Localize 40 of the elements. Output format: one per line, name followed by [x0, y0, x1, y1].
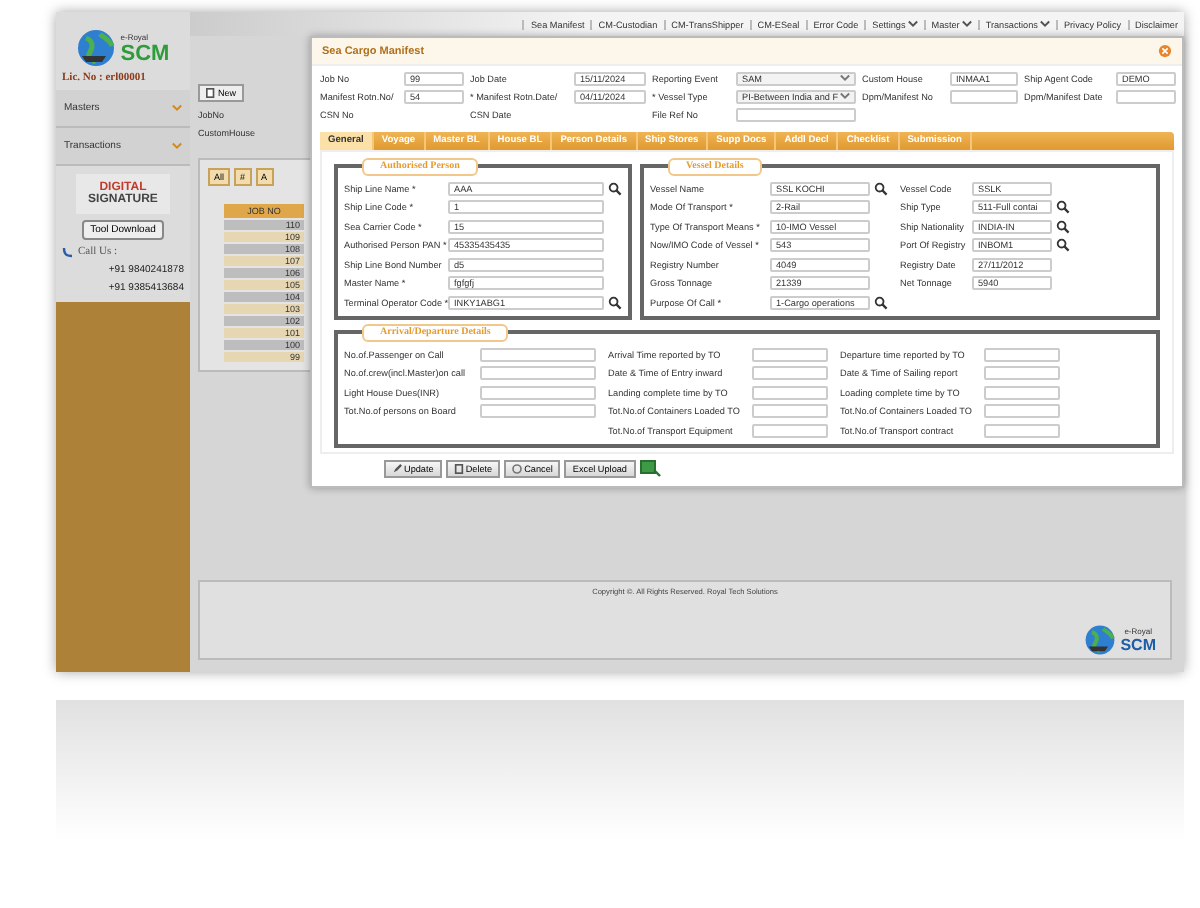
input-field[interactable] [1116, 89, 1176, 103]
brand-text: SCM [1120, 636, 1156, 654]
input-field[interactable] [752, 385, 828, 399]
input-field[interactable] [736, 107, 856, 121]
search-icon[interactable] [1056, 238, 1070, 252]
input-field[interactable] [480, 404, 596, 418]
search-icon[interactable] [874, 181, 888, 195]
close-icon[interactable] [1158, 44, 1172, 58]
input-field[interactable] [984, 385, 1060, 399]
chevron-down-icon [907, 20, 918, 28]
search-icon[interactable] [1056, 219, 1070, 233]
phone-icon [62, 246, 74, 258]
input-field[interactable] [984, 347, 1060, 361]
chevron-down-icon [172, 142, 182, 150]
globe-ship-logo-icon [76, 28, 117, 68]
pencil-icon [392, 464, 402, 474]
search-icon[interactable] [1056, 200, 1070, 214]
input-field[interactable] [752, 423, 828, 437]
search-icon[interactable] [608, 181, 622, 195]
globe-ship-logo-icon [1084, 624, 1117, 656]
chevron-down-icon [1039, 20, 1050, 28]
search-icon[interactable] [874, 295, 888, 309]
logo-text: SCM [120, 41, 170, 65]
new-document-icon [206, 88, 216, 98]
input-field[interactable] [984, 423, 1060, 437]
input-field[interactable] [752, 404, 828, 418]
input-field[interactable] [480, 366, 596, 380]
chevron-down-icon [961, 20, 972, 28]
chevron-down-icon [172, 104, 182, 112]
input-field[interactable] [984, 404, 1060, 418]
input-field[interactable] [950, 89, 1018, 103]
input-field[interactable] [480, 347, 596, 361]
cancel-icon [512, 464, 523, 474]
document-icon [453, 464, 464, 474]
input-field[interactable] [752, 366, 828, 380]
spreadsheet-icon[interactable] [639, 460, 661, 478]
input-field[interactable] [480, 385, 596, 399]
input-field[interactable] [984, 366, 1060, 380]
search-icon[interactable] [608, 295, 622, 309]
input-field[interactable] [752, 347, 828, 361]
